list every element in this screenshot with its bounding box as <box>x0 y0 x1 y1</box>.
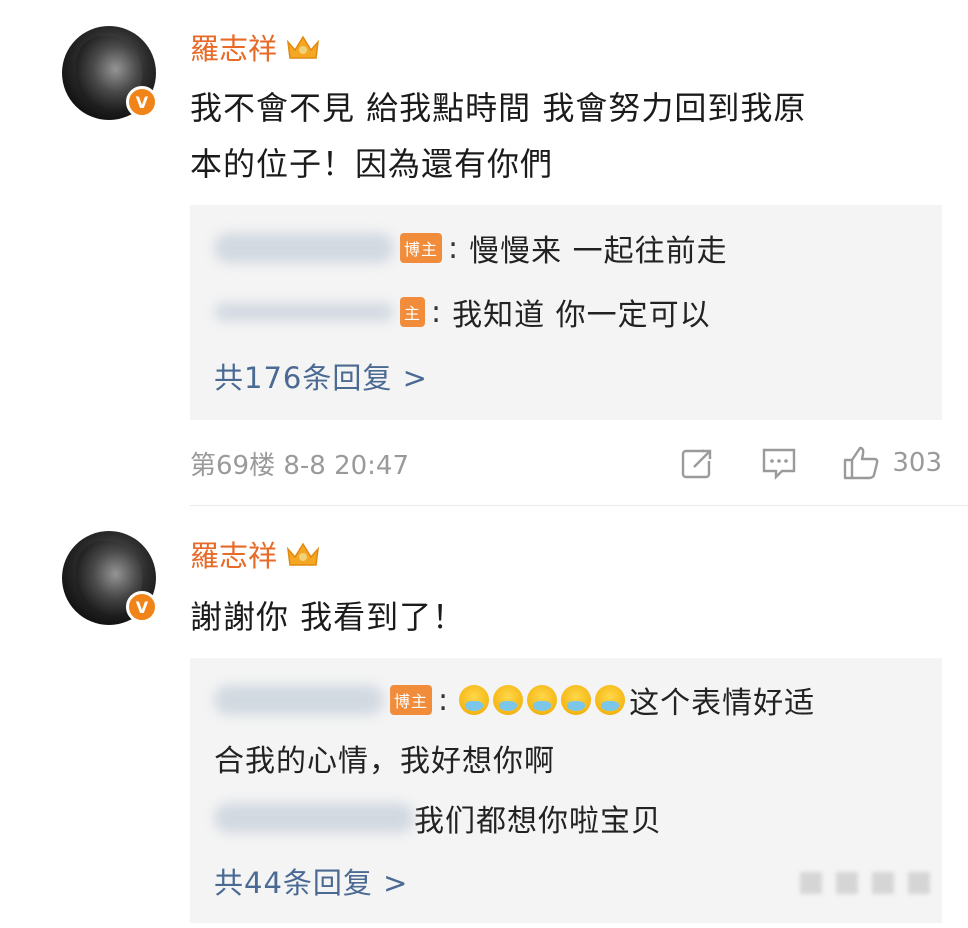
avatar[interactable]: V <box>62 531 158 625</box>
comment-text-line: 本的位子！因為還有你們 <box>190 145 554 183</box>
colon: : <box>448 230 460 266</box>
reply-text: 慢慢来 一起往前走 <box>469 234 728 269</box>
crying-face-icon <box>561 685 592 715</box>
reply-text: 我们都想你啦宝贝 <box>414 804 662 839</box>
blurred-username <box>214 233 394 263</box>
like-button[interactable]: 303 <box>842 445 942 481</box>
thumbs-up-icon <box>844 446 879 480</box>
crying-face-icon <box>527 685 558 715</box>
crying-face-icon <box>459 685 490 715</box>
crown-icon <box>285 539 321 569</box>
more-replies-link[interactable]: 共44条回复 > <box>214 860 408 902</box>
comment-item: V 羅志祥 謝謝你 我看到了！ 博主 : 这个表情好适 合我的心情，我好想你啊 … <box>0 505 968 928</box>
verified-badge-icon: V <box>126 591 158 623</box>
username[interactable]: 羅志祥 <box>190 26 321 68</box>
more-replies-link[interactable]: 共176条回复 > <box>214 355 428 397</box>
crying-face-icon <box>493 685 524 715</box>
username-label[interactable]: 羅志祥 <box>190 533 277 575</box>
share-icon <box>682 449 712 479</box>
watermark <box>800 872 930 894</box>
action-bar: 303 <box>634 443 942 483</box>
reply-text: 这个表情好适 <box>629 686 816 721</box>
blurred-username <box>214 803 414 833</box>
comment-footer: 第69楼 8-8 20:47 303 <box>190 443 942 483</box>
like-count: 303 <box>892 448 942 478</box>
reply-item[interactable]: 主 : 我知道 你一定可以 <box>214 291 711 333</box>
reply-item[interactable]: 博主 : 慢慢来 一起往前走 <box>214 227 728 269</box>
comment-text: 謝謝你 我看到了！ <box>190 589 920 645</box>
colon: : <box>438 682 450 718</box>
host-badge: 博主 <box>400 233 443 263</box>
reply-text: 我知道 你一定可以 <box>452 298 711 333</box>
comment-item: V 羅志祥 我不會不見 給我點時間 我會努力回到我原 本的位子！因為還有你們 博… <box>0 0 968 500</box>
share-button[interactable] <box>678 445 716 481</box>
host-badge: 主 <box>400 297 426 327</box>
floor-timestamp: 第69楼 8-8 20:47 <box>190 450 410 481</box>
username[interactable]: 羅志祥 <box>190 533 321 575</box>
blurred-username <box>214 303 394 321</box>
blurred-username <box>214 685 384 715</box>
comment-icon <box>763 448 796 480</box>
reply-text: 合我的心情，我好想你啊 <box>214 744 555 779</box>
host-badge: 博主 <box>390 685 433 715</box>
comment-text-line: 我不會不見 給我點時間 我會努力回到我原 <box>190 89 807 127</box>
crying-face-icon <box>595 685 626 715</box>
comment-text: 我不會不見 給我點時間 我會努力回到我原 本的位子！因為還有你們 <box>190 80 920 192</box>
verified-badge-icon: V <box>126 86 158 118</box>
comment-button[interactable] <box>760 445 798 481</box>
reply-item[interactable]: 我们都想你啦宝贝 <box>214 796 662 840</box>
comment-text-line: 謝謝你 我看到了！ <box>190 598 466 636</box>
reply-item[interactable]: 博主 : 这个表情好适 <box>214 678 815 722</box>
username-label[interactable]: 羅志祥 <box>190 26 277 68</box>
crown-icon <box>285 32 321 62</box>
reply-box: 博主 : 慢慢来 一起往前走 主 : 我知道 你一定可以 共176条回复 > <box>190 205 942 420</box>
avatar[interactable]: V <box>62 26 158 120</box>
reply-text-continuation: 合我的心情，我好想你啊 <box>214 736 555 780</box>
colon: : <box>431 294 443 330</box>
